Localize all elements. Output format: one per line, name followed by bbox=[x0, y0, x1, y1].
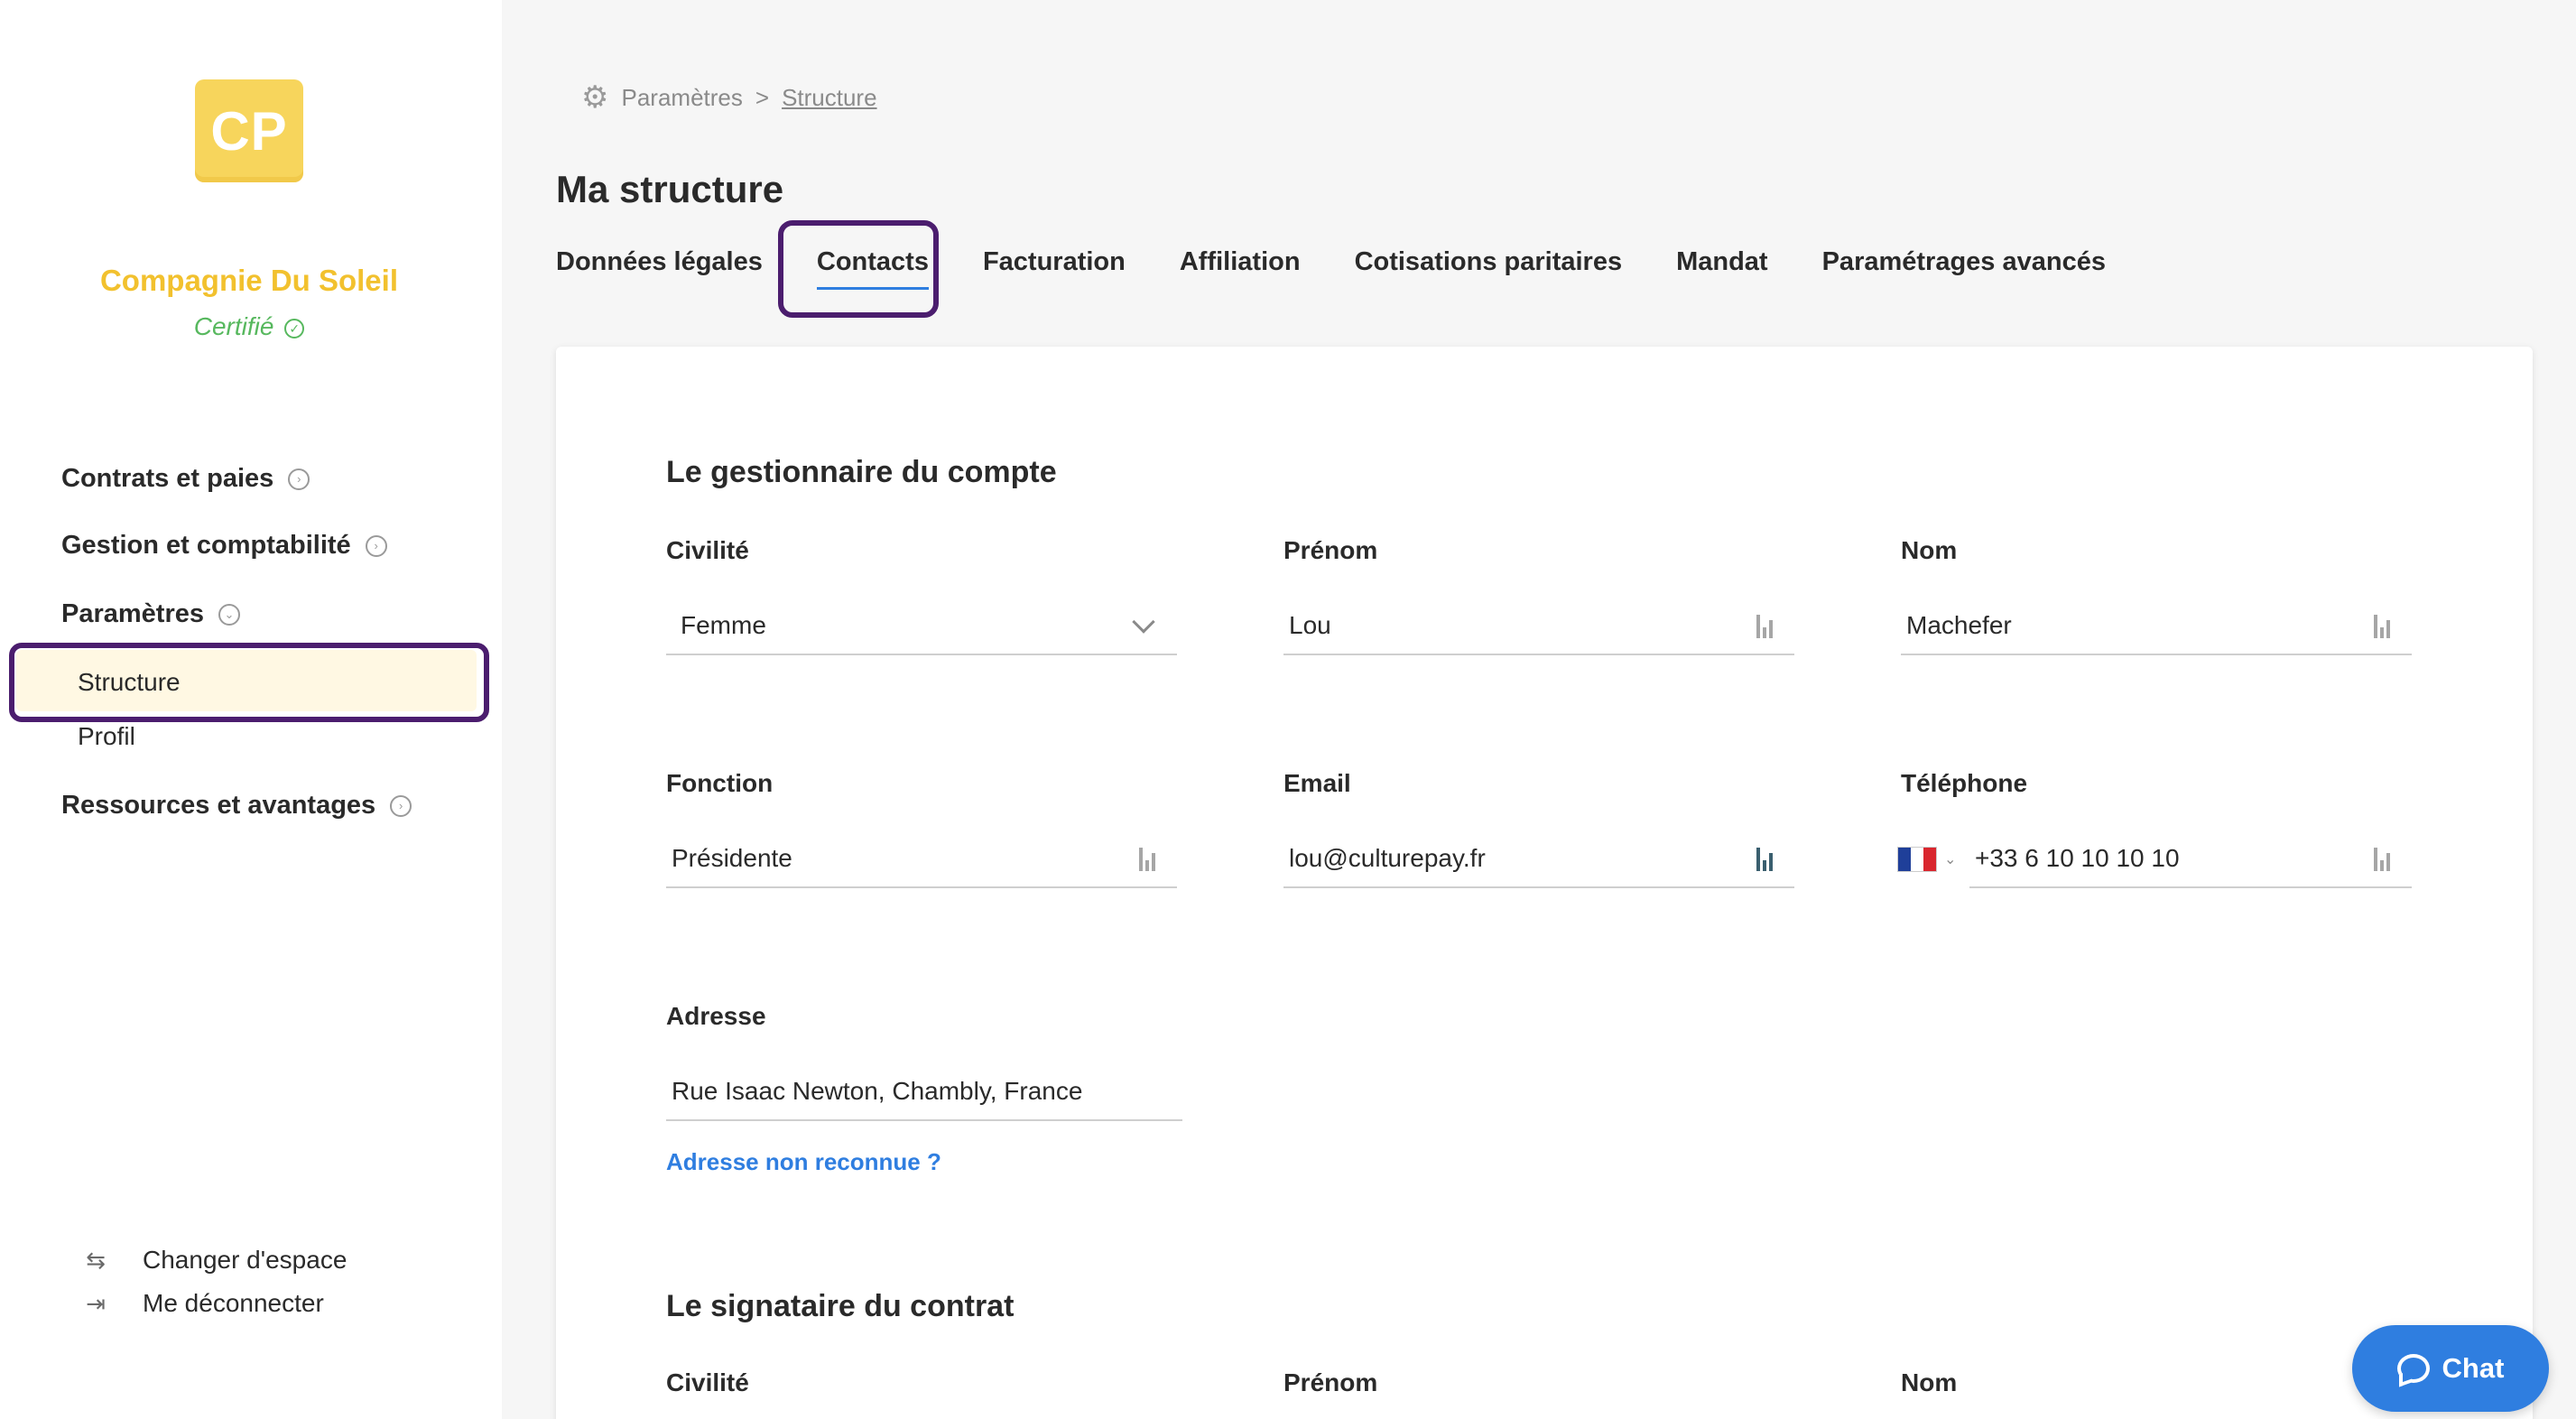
function-value: Présidente bbox=[672, 844, 792, 872]
swap-arrows-icon: ⇆ bbox=[86, 1246, 106, 1274]
nav-label: Ressources et avantages bbox=[61, 791, 376, 820]
tab-parametrages-avances[interactable]: Paramétrages avancés bbox=[1822, 247, 2106, 277]
address-value: Rue Isaac Newton, Chambly, France bbox=[672, 1077, 1083, 1105]
certified-label: Certifié bbox=[193, 312, 274, 340]
tab-donnees-legales[interactable]: Données légales bbox=[556, 247, 763, 277]
breadcrumb: ⚙ Paramètres > Structure bbox=[581, 79, 877, 116]
logout-label: Me déconnecter bbox=[143, 1289, 324, 1317]
check-circle-icon: ✓ bbox=[284, 318, 305, 339]
nav-ressources-et-avantages[interactable]: Ressources et avantages › bbox=[61, 791, 412, 821]
function-label: Fonction bbox=[666, 769, 774, 797]
email-label: Email bbox=[1283, 769, 1351, 797]
tab-affiliation[interactable]: Affiliation bbox=[1180, 247, 1301, 277]
nav-gestion-et-comptabilite[interactable]: Gestion et comptabilité › bbox=[61, 531, 387, 561]
company-logo: CP bbox=[195, 79, 303, 182]
autofill-icon[interactable] bbox=[1756, 846, 1778, 871]
address-unrecognized-link[interactable]: Adresse non reconnue ? bbox=[666, 1148, 941, 1176]
breadcrumb-current[interactable]: Structure bbox=[782, 84, 877, 112]
lastname-input[interactable]: Machefer bbox=[1901, 598, 2412, 655]
chat-label: Chat bbox=[2442, 1352, 2505, 1384]
logout-icon: ⇥ bbox=[86, 1289, 106, 1317]
autofill-icon[interactable] bbox=[2374, 846, 2395, 871]
firstname-value: Lou bbox=[1289, 611, 1331, 639]
breadcrumb-root[interactable]: Paramètres bbox=[621, 84, 742, 112]
france-flag-icon bbox=[1897, 847, 1937, 872]
email-value: lou@culturepay.fr bbox=[1289, 844, 1486, 872]
tab-cotisations-paritaires[interactable]: Cotisations paritaires bbox=[1355, 247, 1623, 277]
signatory-civility-label: Civilité bbox=[666, 1368, 749, 1396]
nav-label: Paramètres bbox=[61, 599, 204, 628]
switch-space-label: Changer d'espace bbox=[143, 1246, 347, 1274]
lastname-label: Nom bbox=[1901, 536, 1958, 564]
chevron-right-icon: › bbox=[288, 468, 310, 490]
address-input[interactable]: Rue Isaac Newton, Chambly, France bbox=[666, 1063, 1182, 1121]
tab-mandat[interactable]: Mandat bbox=[1676, 247, 1768, 277]
chevron-right-icon: › bbox=[390, 794, 412, 817]
chevron-down-icon bbox=[1132, 610, 1155, 634]
civility-select[interactable]: Femme bbox=[666, 598, 1177, 655]
switch-space-link[interactable]: ⇆ Changer d'espace bbox=[81, 1246, 347, 1275]
certified-status: Certifié ✓ bbox=[0, 312, 498, 341]
structure-highlight-outline bbox=[9, 643, 489, 722]
civility-value: Femme bbox=[681, 611, 766, 639]
autofill-icon[interactable] bbox=[1756, 613, 1778, 638]
company-name: Compagnie Du Soleil bbox=[99, 264, 399, 297]
lastname-value: Machefer bbox=[1906, 611, 2012, 639]
autofill-icon[interactable] bbox=[2374, 613, 2395, 638]
signatory-firstname-label: Prénom bbox=[1283, 1368, 1378, 1396]
firstname-label: Prénom bbox=[1283, 536, 1378, 564]
contacts-card: Le gestionnaire du compte Civilité Femme… bbox=[556, 347, 2533, 1419]
nav-label: Contrats et paies bbox=[61, 464, 274, 493]
nav-parametres[interactable]: Paramètres ⌄ bbox=[61, 599, 240, 629]
autofill-icon[interactable] bbox=[1139, 846, 1161, 871]
nav-contrats-et-paies[interactable]: Contrats et paies › bbox=[61, 464, 310, 494]
logout-link[interactable]: ⇥ Me déconnecter bbox=[81, 1289, 324, 1318]
function-input[interactable]: Présidente bbox=[666, 830, 1177, 888]
contacts-tab-highlight-outline bbox=[778, 220, 939, 318]
sidebar: CP Compagnie Du Soleil Certifié ✓ Contra… bbox=[0, 0, 502, 1419]
breadcrumb-separator: > bbox=[755, 83, 770, 111]
signatory-lastname-label: Nom bbox=[1901, 1368, 1958, 1396]
gear-icon: ⚙ bbox=[581, 80, 609, 115]
nav-label: Gestion et comptabilité bbox=[61, 531, 351, 560]
firstname-input[interactable]: Lou bbox=[1283, 598, 1794, 655]
email-input[interactable]: lou@culturepay.fr bbox=[1283, 830, 1794, 888]
civility-label: Civilité bbox=[666, 536, 749, 564]
chevron-down-icon: ⌄ bbox=[1944, 852, 1957, 867]
logo-text: CP bbox=[210, 100, 288, 162]
tab-facturation[interactable]: Facturation bbox=[983, 247, 1126, 277]
chat-button[interactable]: Chat bbox=[2352, 1325, 2549, 1412]
manager-section-title: Le gestionnaire du compte bbox=[666, 455, 1057, 489]
phone-value: +33 6 10 10 10 10 bbox=[1975, 844, 2180, 872]
chevron-down-icon: ⌄ bbox=[218, 603, 240, 626]
phone-label: Téléphone bbox=[1901, 769, 2028, 797]
address-label: Adresse bbox=[666, 1002, 766, 1030]
page-title: Ma structure bbox=[556, 168, 784, 210]
signatory-section-title: Le signataire du contrat bbox=[666, 1289, 1015, 1323]
nav-profil[interactable]: Profil bbox=[78, 722, 135, 751]
country-code-select[interactable]: ⌄ bbox=[1897, 830, 1969, 888]
phone-input[interactable]: +33 6 10 10 10 10 bbox=[1969, 830, 2412, 888]
chat-bubble-icon bbox=[2396, 1354, 2430, 1383]
chevron-right-icon: › bbox=[365, 534, 387, 557]
